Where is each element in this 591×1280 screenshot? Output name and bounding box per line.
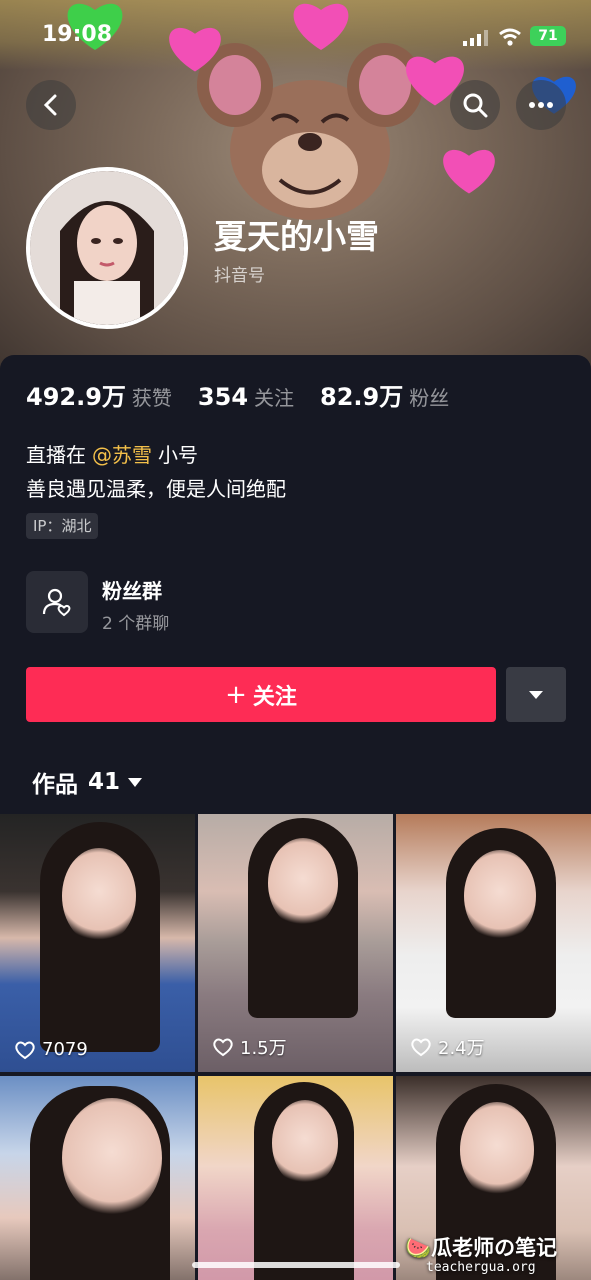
video-likes-count: 1.5万 [240, 1038, 287, 1059]
thumbnail-face [268, 838, 338, 928]
watermark-url: teachergua.org [426, 1260, 536, 1275]
thumbnail-face [62, 1098, 162, 1218]
video-thumbnail[interactable]: 2.4万 [396, 814, 591, 1072]
home-indicator[interactable] [192, 1262, 400, 1268]
pink-heart-sticker [443, 149, 495, 194]
video-thumbnail[interactable] [0, 1076, 195, 1280]
status-bar: 19:08 71 [0, 0, 591, 70]
video-likes: 2.4万 [410, 1034, 485, 1060]
more-dots-icon [529, 102, 553, 108]
watermark-text: 🍉瓜老师の笔记 [405, 1236, 558, 1260]
heart-outline-icon [213, 1038, 233, 1057]
bio-line-1: 直播在 @苏雪 小号 [26, 439, 198, 468]
heart-outline-icon [15, 1041, 35, 1059]
recommend-dropdown-button[interactable] [506, 667, 566, 722]
bio-mention-link[interactable]: @苏雪 [92, 443, 152, 467]
works-tab-label: 作品 [32, 772, 78, 798]
wifi-icon [499, 28, 521, 46]
stat-label: 获赞 [131, 386, 172, 410]
stat-value: 492.9万 [26, 383, 126, 411]
avatar[interactable] [26, 167, 188, 329]
douyin-id-label[interactable]: 抖音号 [214, 261, 265, 286]
battery-indicator: 71 [530, 26, 566, 46]
video-likes-count: 2.4万 [438, 1038, 485, 1059]
search-icon [463, 93, 488, 118]
stat-following[interactable]: 354 关注 [198, 382, 294, 411]
search-button[interactable] [450, 80, 500, 130]
ip-location-tag: IP：湖北 [26, 513, 99, 539]
profile-panel: 492.9万 获赞 354 关注 82.9万 粉丝 直播在 @苏雪 小号 善良遇见温… [0, 355, 591, 1280]
video-thumbnail[interactable]: 7079 [0, 814, 195, 1072]
status-time: 19:08 [42, 22, 113, 47]
fan-group-subtitle: 2 个群聊 [102, 614, 170, 634]
stat-value: 82.9万 [320, 383, 404, 411]
user-heart-icon [42, 588, 71, 617]
follow-button-label: 关注 [252, 684, 297, 710]
video-thumbnail[interactable] [198, 1076, 393, 1280]
heart-outline-icon [411, 1038, 431, 1057]
more-options-button[interactable] [516, 80, 566, 130]
video-likes-count: 7079 [42, 1039, 88, 1060]
profile-nickname: 夏天的小雪 [214, 217, 379, 256]
fan-group-entry[interactable]: 粉丝群 2 个群聊 [26, 571, 566, 635]
stat-value: 354 [197, 383, 249, 411]
bio-prefix: 直播在 [26, 443, 86, 467]
caret-down-icon [529, 690, 543, 699]
stat-label: 关注 [254, 386, 295, 410]
video-likes: 7079 [14, 1039, 88, 1060]
bio-line-2: 善良遇见温柔，便是人间绝配 [26, 477, 286, 501]
chevron-left-icon [43, 94, 57, 116]
thumbnail-face [464, 850, 536, 942]
fan-group-title: 粉丝群 [102, 579, 162, 603]
thumbnail-face [460, 1102, 534, 1198]
follow-button[interactable]: + 关注 [26, 667, 496, 722]
stat-label: 粉丝 [409, 386, 450, 410]
video-likes: 1.5万 [212, 1034, 287, 1060]
works-count: 41 [88, 769, 121, 795]
thumbnail-face [62, 848, 136, 944]
bio-suffix: 小号 [158, 443, 198, 467]
tab-works[interactable]: 作品 41 [32, 765, 143, 799]
stat-followers[interactable]: 82.9万 粉丝 [320, 377, 449, 412]
avatar-portrait [30, 171, 184, 325]
fan-group-icon [26, 571, 88, 633]
back-button[interactable] [26, 80, 76, 130]
cellular-signal-icon [463, 30, 488, 46]
caret-down-icon [128, 777, 143, 787]
plus-icon: + [225, 679, 247, 710]
stat-likes[interactable]: 492.9万 获赞 [26, 377, 172, 412]
profile-stats: 492.9万 获赞 354 关注 82.9万 粉丝 [26, 377, 475, 412]
video-thumbnail[interactable]: 1.5万 [198, 814, 393, 1072]
thumbnail-face [272, 1100, 338, 1186]
